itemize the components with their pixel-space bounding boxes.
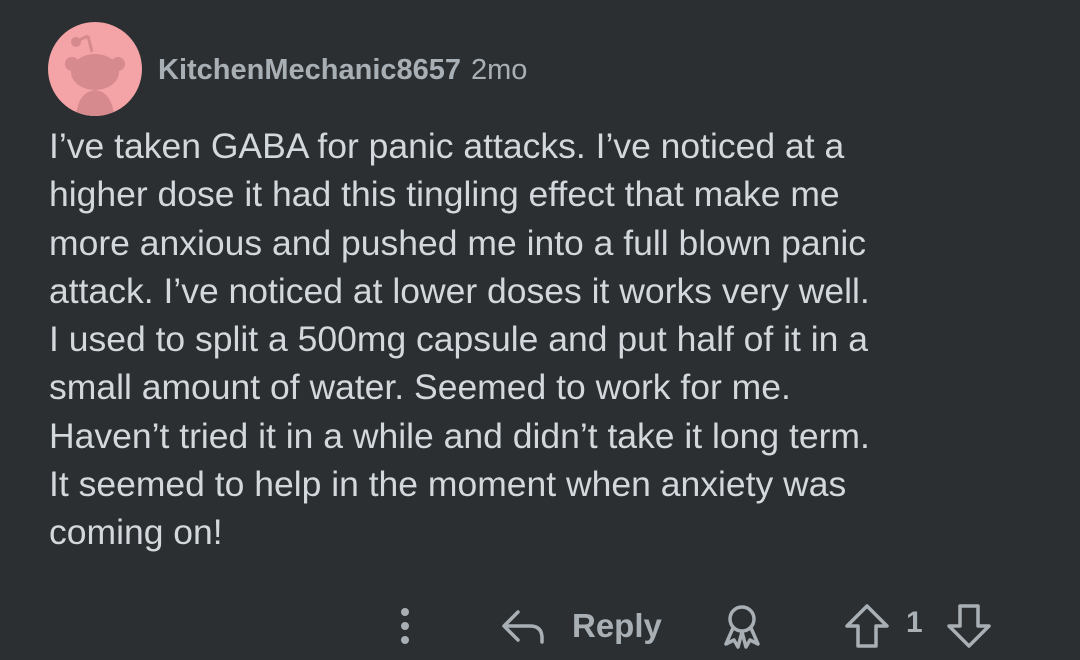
comment-body-line: coming on! (49, 512, 223, 553)
comment-body-line: Haven’t tried it in a while and didn’t t… (49, 415, 870, 456)
comment-meta: KitchenMechanic8657 2mo (158, 54, 527, 87)
comment-body-line: more anxious and pushed me into a full b… (49, 222, 867, 263)
upvote-arrow-icon (845, 604, 889, 648)
more-vertical-icon (401, 608, 409, 644)
comment-body: I’ve taken GABA for panic attacks. I’ve … (49, 122, 1049, 557)
vote-count: 1 (906, 606, 923, 639)
comment-body-line: It seemed to help in the moment when anx… (49, 464, 847, 505)
reply-icon (502, 610, 544, 644)
comment: KitchenMechanic8657 2mo I’ve taken GABA … (0, 0, 1080, 660)
award-icon (724, 605, 760, 649)
comment-body-line: higher dose it had this tingling effect … (49, 174, 840, 215)
comment-actions: Reply 1 (0, 596, 1080, 656)
avatar[interactable] (48, 22, 142, 116)
reply-label: Reply (572, 607, 662, 644)
comment-age: 2mo (471, 53, 528, 86)
upvote-button[interactable] (842, 602, 892, 650)
author-username[interactable]: KitchenMechanic8657 (158, 54, 461, 87)
award-button[interactable] (718, 602, 766, 650)
downvote-button[interactable] (944, 602, 994, 650)
comment-header: KitchenMechanic8657 2mo (48, 22, 527, 116)
downvote-arrow-icon (947, 604, 991, 648)
comment-body-line: I used to split a 500mg capsule and put … (49, 319, 868, 360)
reply-button[interactable]: Reply (500, 600, 662, 652)
snoo-avatar-icon (65, 34, 125, 116)
more-options-button[interactable] (390, 604, 420, 648)
comment-body-line: small amount of water. Seemed to work fo… (49, 367, 791, 408)
comment-body-line: I’ve taken GABA for panic attacks. I’ve … (49, 126, 845, 166)
comment-body-line: attack. I’ve noticed at lower doses it w… (49, 270, 870, 311)
